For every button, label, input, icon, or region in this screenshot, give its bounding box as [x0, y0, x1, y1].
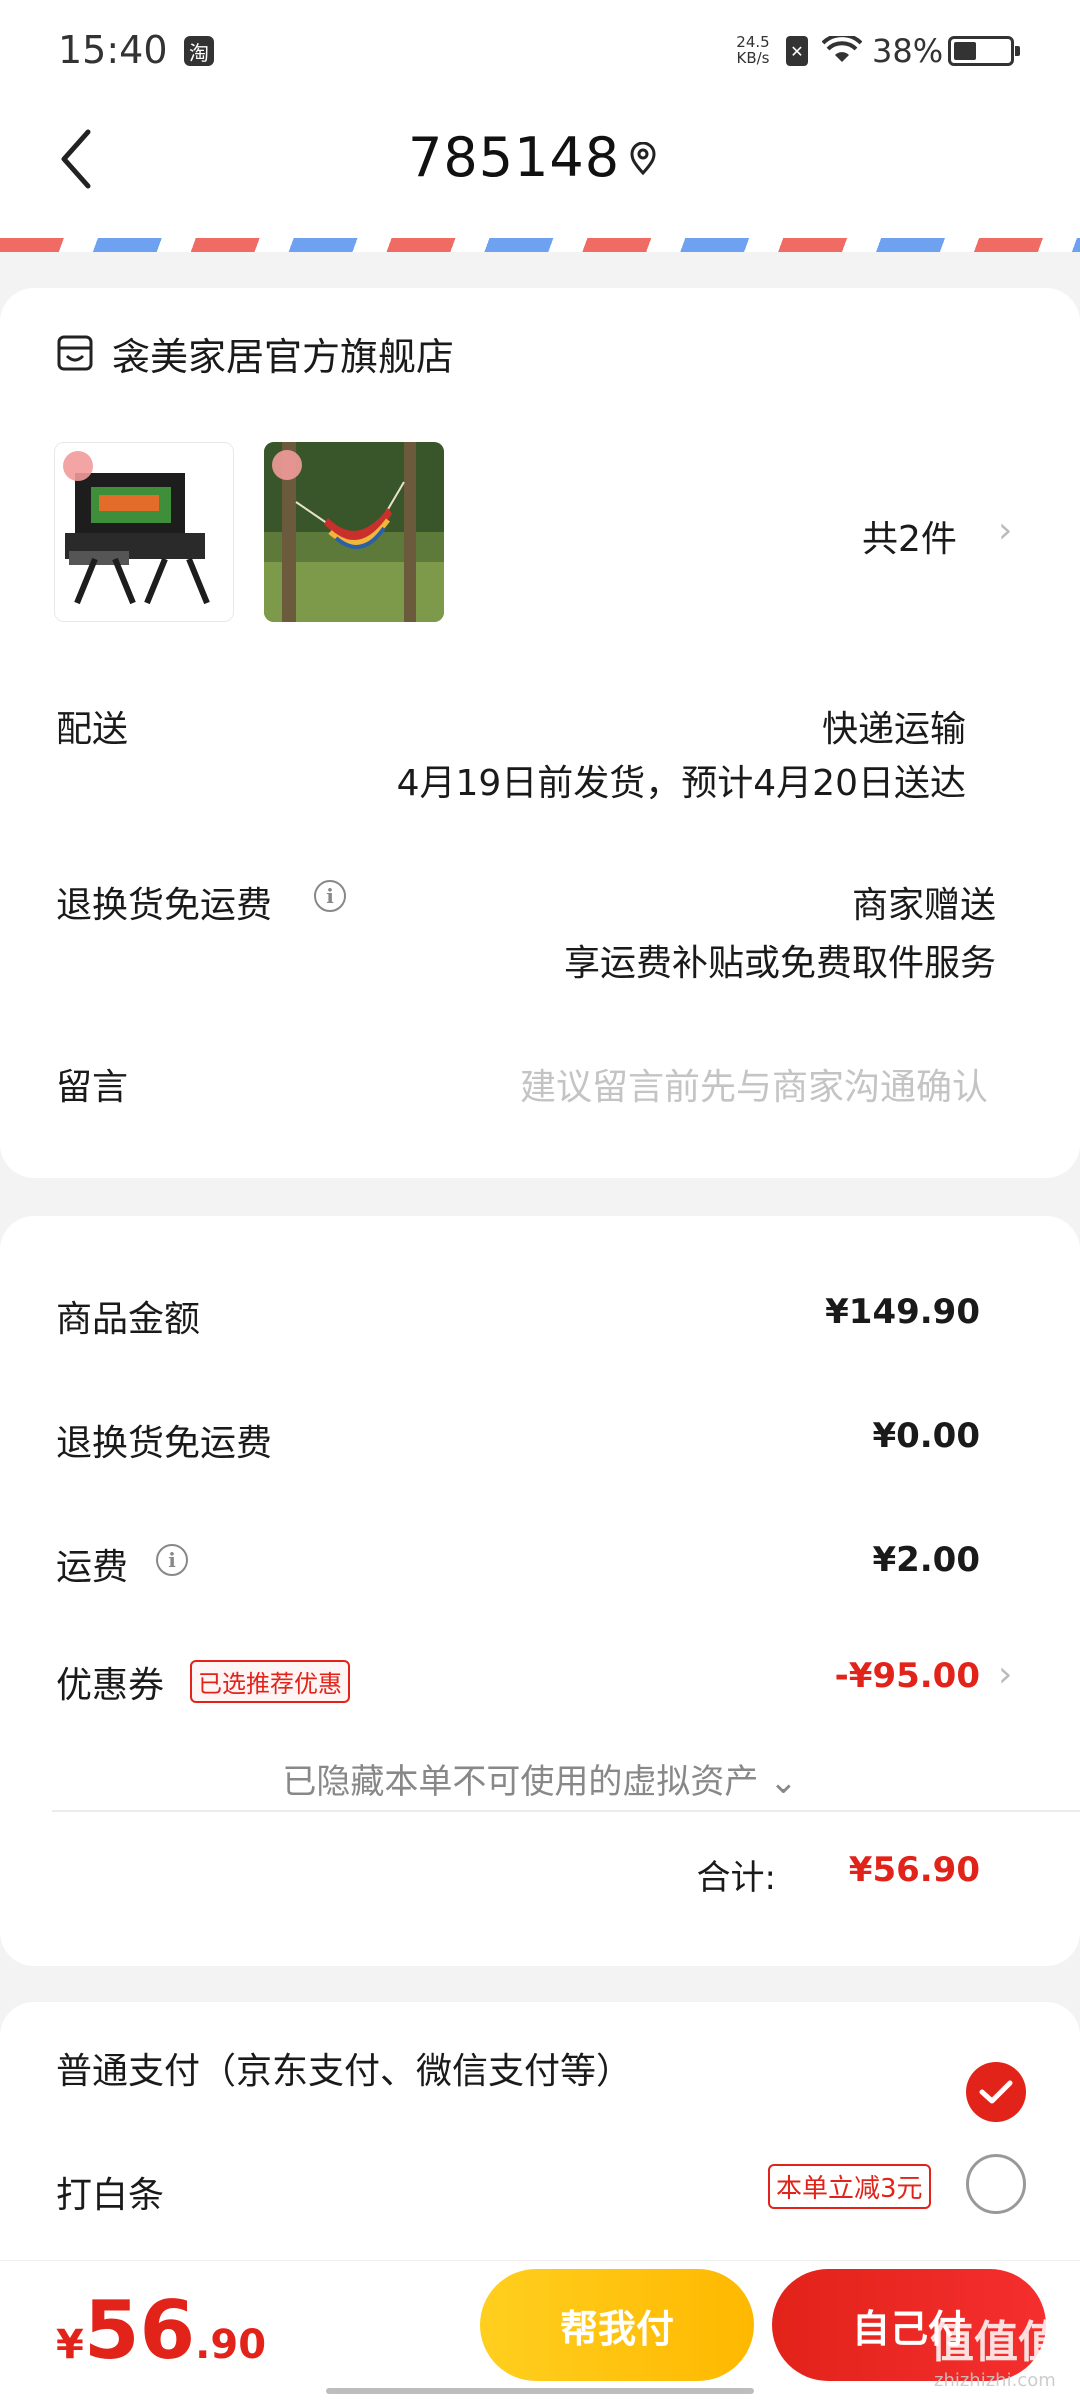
order-card: 衾美家居官方旗舰店 共2件 › 配送 快递运输 4月19日前发货，预计4月20日… [0, 288, 1080, 1178]
total-value: ¥56.90 [848, 1850, 980, 1890]
info-icon[interactable]: i [314, 880, 346, 912]
price-summary-card: 商品金额 ¥149.90 退换货免运费 ¥0.00 运费 i ¥2.00 优惠券… [0, 1216, 1080, 1966]
airmail-stripe [0, 238, 1080, 252]
coupon-label: 优惠券 [56, 1665, 165, 1706]
home-indicator[interactable] [326, 2388, 754, 2394]
location-pin-icon[interactable] [628, 142, 658, 176]
goods-amount-value: ¥149.90 [825, 1292, 980, 1332]
return-fee-value: ¥0.00 [872, 1416, 980, 1456]
return-shipping-label: 退换货免运费 [56, 885, 273, 926]
help-me-pay-button[interactable]: 帮我付 [480, 2269, 754, 2381]
watermark-url: zhizhizhi.com [934, 2370, 1056, 2391]
checkmark-icon[interactable] [966, 2062, 1026, 2122]
wifi-icon [822, 36, 862, 62]
message-input[interactable]: 建议留言前先与商家沟通确认 [520, 1058, 988, 1110]
battery-icon [948, 36, 1020, 66]
goods-amount-label: 商品金额 [56, 1299, 201, 1340]
divider [52, 1810, 1080, 1812]
shipping-fee-label: 运费 [56, 1547, 129, 1588]
radio-button[interactable] [966, 2154, 1026, 2214]
taobao-notification-icon: 淘 [184, 36, 214, 66]
watermark-logo: 值值值 [930, 2317, 1062, 2368]
checkout-bar: ¥56.90 帮我付 自己付 [0, 2260, 1080, 2400]
no-sim-icon: ✕ [786, 36, 808, 66]
checkout-total: ¥56.90 [56, 2284, 267, 2377]
promo-badge: 本单立减3元 [768, 2164, 931, 2209]
payment-option-normal[interactable]: 普通支付（京东支付、微信支付等） [56, 2042, 632, 2094]
thumbnail-tag-icon [63, 451, 93, 481]
return-shipping-value: 商家赠送 [851, 885, 996, 926]
coupon-badge: 已选推荐优惠 [190, 1660, 350, 1703]
status-time: 15:40 [58, 28, 168, 72]
return-fee-label: 退换货免运费 [56, 1423, 273, 1464]
payment-option-baitiao[interactable]: 打白条 [56, 2166, 164, 2218]
network-speed: 24.5 KB/s [736, 33, 770, 67]
delivery-method[interactable]: 快递运输 [822, 700, 966, 752]
page-title: 785148 [408, 126, 621, 189]
back-arrow-icon[interactable] [50, 124, 110, 194]
hidden-assets-toggle[interactable]: 已隐藏本单不可使用的虚拟资产 ⌄ [0, 1754, 1080, 1803]
coupon-value[interactable]: -¥95.00 [835, 1656, 980, 1696]
message-label: 留言 [56, 1067, 129, 1108]
chevron-right-icon[interactable]: › [998, 510, 1012, 551]
store-name: 衾美家居官方旗舰店 [112, 334, 455, 379]
info-icon[interactable]: i [156, 1544, 188, 1576]
battery-percent: 38% [872, 32, 944, 70]
delivery-time: 4月19日前发货，预计4月20日送达 [396, 763, 966, 804]
chevron-right-icon[interactable]: › [998, 1654, 1012, 1695]
total-label: 合计: [696, 1858, 776, 1898]
return-shipping-desc: 享运费补贴或免费取件服务 [563, 943, 996, 984]
store-header[interactable]: 衾美家居官方旗舰店 [56, 328, 455, 379]
store-icon [57, 335, 93, 371]
page-header: 785148 [0, 100, 1080, 252]
product-thumbnail-hammock[interactable] [264, 442, 444, 622]
status-bar: 15:40 淘 24.5 KB/s ✕ 38% [0, 0, 1080, 100]
delivery-label: 配送 [56, 709, 129, 750]
thumbnail-tag-icon [272, 450, 302, 480]
item-count[interactable]: 共2件 [862, 510, 957, 562]
product-thumbnail-grill[interactable] [54, 442, 234, 622]
shipping-fee-value: ¥2.00 [872, 1540, 980, 1580]
